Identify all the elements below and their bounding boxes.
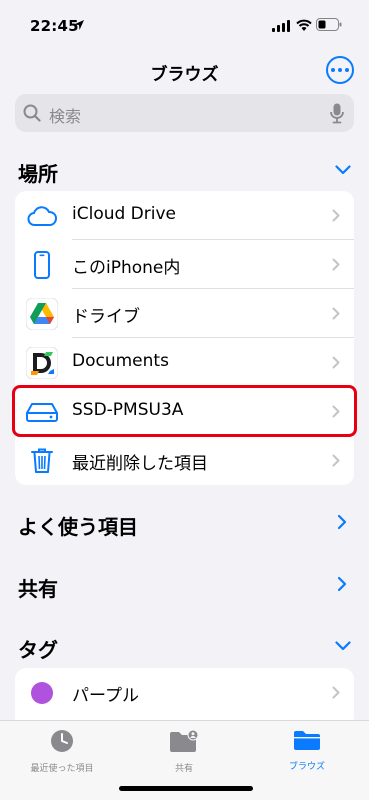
clock-icon <box>51 730 73 752</box>
chevron-right-icon <box>332 454 340 467</box>
tab-browse[interactable]: ブラウズ <box>257 729 357 772</box>
tab-label: ブラウズ <box>288 762 325 772</box>
cellular-signal-icon <box>272 20 290 32</box>
chevron-down-icon <box>335 641 351 651</box>
icloud-icon <box>24 198 60 234</box>
list-item-documents[interactable]: Documents <box>15 338 354 387</box>
chevron-right-icon <box>332 405 340 418</box>
status-bar: 22:45 <box>0 0 369 52</box>
chevron-down-icon <box>335 165 351 175</box>
wifi-icon <box>296 19 312 31</box>
section-title: 共有 <box>18 577 58 601</box>
list-item-label: iCloud Drive <box>72 204 177 224</box>
section-title: 場所 <box>18 162 58 186</box>
list-item-recently-deleted[interactable]: 最近削除した項目 <box>15 436 354 485</box>
trash-icon <box>24 443 60 479</box>
tags-list: パープル <box>15 668 354 728</box>
list-item-label: Documents <box>72 351 169 371</box>
section-title: よく使う項目 <box>18 515 138 539</box>
chevron-right-icon <box>337 514 347 530</box>
documents-app-icon <box>24 345 60 381</box>
tab-label: 最近使った項目 <box>30 764 94 774</box>
section-header-tags[interactable]: タグ <box>18 632 353 662</box>
list-item-label: ドライブ <box>72 307 140 327</box>
microphone-icon[interactable] <box>330 103 344 124</box>
more-dot <box>345 68 349 72</box>
home-indicator <box>119 786 253 791</box>
search-icon <box>23 104 41 122</box>
navigation-bar: ブラウズ <box>0 52 369 92</box>
section-header-favorites[interactable]: よく使う項目 <box>18 509 353 539</box>
google-drive-icon <box>24 296 60 332</box>
more-options-button[interactable] <box>326 56 354 84</box>
purple-dot <box>31 682 53 704</box>
search-field[interactable]: 検索 <box>15 94 354 132</box>
shared-folder-icon <box>170 729 199 752</box>
section-header-shared[interactable]: 共有 <box>18 571 353 601</box>
page-title: ブラウズ <box>150 65 219 85</box>
list-item-label: 最近削除した項目 <box>72 454 208 474</box>
list-item-icloud-drive[interactable]: iCloud Drive <box>15 191 354 240</box>
status-time: 22:45 <box>30 17 79 35</box>
location-arrow-icon <box>74 20 84 30</box>
list-item-on-my-iphone[interactable]: このiPhone内 <box>15 240 354 289</box>
section-title: タグ <box>18 638 58 662</box>
list-item-label: パープル <box>72 686 139 706</box>
tab-label: 共有 <box>174 764 193 774</box>
list-item-label: SSD-PMSU3A <box>72 400 184 420</box>
tab-shared[interactable]: 共有 <box>134 729 234 774</box>
chevron-right-icon <box>332 307 340 320</box>
battery-icon <box>316 18 342 31</box>
chevron-right-icon <box>332 686 340 699</box>
chevron-right-icon <box>337 576 347 592</box>
chevron-right-icon <box>332 209 340 222</box>
external-drive-icon <box>24 394 60 430</box>
chevron-right-icon <box>332 258 340 271</box>
list-item-tag-purple[interactable]: パープル <box>15 668 354 717</box>
chevron-right-icon <box>332 356 340 369</box>
list-item-google-drive[interactable]: ドライブ <box>15 289 354 338</box>
list-item-label: このiPhone内 <box>72 258 181 278</box>
list-item-ssd-pmsu3a[interactable]: SSD-PMSU3A <box>15 387 354 436</box>
iphone-icon <box>24 247 60 283</box>
folder-icon <box>294 731 320 750</box>
tag-color-dot-icon <box>24 675 60 711</box>
search-placeholder: 検索 <box>49 107 82 126</box>
more-dot <box>331 68 335 72</box>
more-dot <box>338 68 342 72</box>
section-header-locations[interactable]: 場所 <box>18 156 353 186</box>
tab-recents[interactable]: 最近使った項目 <box>12 729 112 774</box>
locations-list: iCloud Drive このiPhone内 ドライブ Documents SS… <box>15 191 354 485</box>
